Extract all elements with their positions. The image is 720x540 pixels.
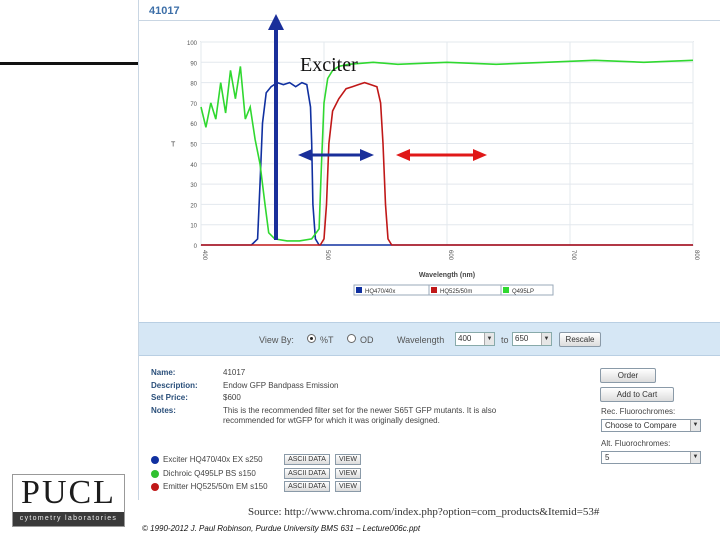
slide-annotation-overlay xyxy=(268,14,487,240)
exciter-annotation-label: Exciter xyxy=(300,54,358,76)
source-citation: Source: http://www.chroma.com/index.php?… xyxy=(248,506,600,518)
exciter-vertical-arrowhead xyxy=(268,14,284,30)
emission-band-arrowhead-right xyxy=(473,149,487,161)
copyright-footer: © 1990-2012 J. Paul Robinson, Purdue Uni… xyxy=(142,524,421,533)
logo-subtext: cytometry laboratories xyxy=(13,512,124,526)
excitation-band-arrowhead-left xyxy=(298,149,312,161)
emission-band-arrowhead-left xyxy=(396,149,410,161)
pucl-logo: PUCL cytometry laboratories xyxy=(12,474,125,527)
logo-text: PUCL xyxy=(21,474,116,511)
excitation-band-arrowhead-right xyxy=(360,149,374,161)
